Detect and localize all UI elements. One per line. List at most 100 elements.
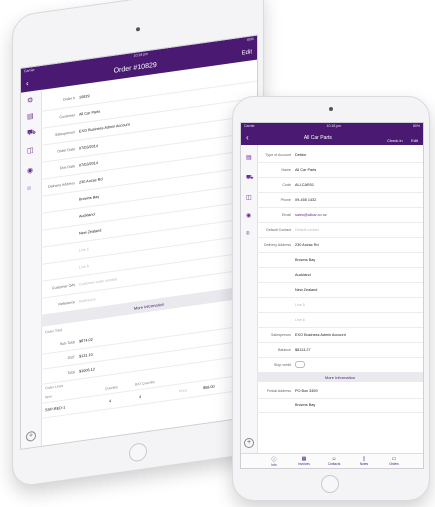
field-value[interactable]: 230 Anzac Rd [295,243,319,247]
field-value[interactable]: Debtor [295,153,306,157]
field-value[interactable]: Default contact [295,228,319,232]
more-info-header[interactable]: More Information [257,372,423,382]
field-value[interactable]: ALLCAR01 [295,183,314,187]
field-value[interactable]: Line 6 [79,264,89,269]
stop-credit-toggle[interactable] [295,361,305,368]
form-row[interactable]: Line 6 [257,312,423,328]
carrier-text: Carrier [244,124,255,128]
field-value[interactable]: 07/03/2014 [79,160,98,167]
add-button[interactable]: + [244,438,254,448]
camera [136,27,140,32]
field-value[interactable]: EXO Business Admin Account [79,122,130,133]
form-row[interactable]: Line 5 [257,297,423,313]
tab-bar: ⓘ Info ▦ Invoices ☺ Contacts ▯ Notes ▭ Orders [241,453,423,468]
edit-button[interactable]: Edit [242,49,252,56]
settings-icon[interactable]: ⚙ [27,97,33,105]
home-button[interactable] [321,475,339,493]
field-value[interactable]: Reference [79,297,96,303]
field-value[interactable]: 09-455 1432 [295,198,316,202]
truck-icon[interactable]: ⛟ [27,129,36,137]
form-row[interactable]: Browns Bay [257,252,423,268]
field-value[interactable]: Line 6 [295,318,305,322]
field-value[interactable]: Customer order number [79,277,117,286]
clock-text: 10:18 pm [326,124,342,128]
page-title: Order #10829 [113,61,157,75]
total-value: $131.10 [79,352,93,359]
sidebar: ⚙ ▤ ⛟ ◫ ◉ ⌾ + [21,89,42,449]
gift-icon[interactable]: ◫ [27,147,34,155]
form-row[interactable]: Name All Car Parts [257,162,423,178]
field-value[interactable]: Auckland [79,212,95,218]
field-label [41,233,79,238]
field-value[interactable]: Line 5 [79,247,89,252]
field-value[interactable]: Browns Bay [295,258,315,262]
form-row[interactable]: Stop credit [257,357,423,373]
field-label: Salesperson [271,332,291,337]
form-row[interactable]: Phone 09-455 1432 [257,192,423,208]
tab-label: Contacts [327,462,341,466]
customer-form: Type of Account Debtor Name All Car Parts Co… [257,145,423,454]
form-row[interactable]: Code ALLCAR01 [257,177,423,193]
edit-button[interactable]: Edit [411,138,418,143]
field-label: Salesperson [55,129,75,137]
postal-row: Browns Bay [257,398,423,413]
field-value[interactable]: All Car Parts [79,109,100,116]
add-button[interactable]: + [26,430,36,443]
order-screen: Carrier 10:18 pm 80% ‹ Order #10829 Edit… [20,34,258,450]
document-icon[interactable]: ▤ [27,113,34,121]
tab-invoices[interactable]: ▦ Invoices [293,456,315,466]
check-in-button[interactable]: Check in [387,138,403,143]
nav-bar: Carrier 10:18 pm 80% ‹ All Car Parts Che… [241,123,423,145]
field-value[interactable]: Browns Bay [79,194,99,201]
form-row[interactable]: Salesperson EXO Business Admin Account [257,327,423,343]
document-icon[interactable]: ▤ [246,155,252,161]
field-label: Delivery Address [48,180,75,189]
field-value[interactable]: Auckland [295,273,311,277]
tab-notes[interactable]: ▯ Notes [353,456,375,466]
field-label: Name [281,167,291,172]
location-icon[interactable]: ⌾ [27,185,31,193]
location-icon[interactable]: ⌾ [246,231,250,237]
field-value[interactable]: EXO Business Admin Account [295,333,346,337]
field-value[interactable]: sales@allcar.co.nz [295,213,327,217]
line-item: SSP-RED-1 [45,405,66,413]
field-label: Type of Account [265,152,291,157]
gift-icon[interactable]: ◫ [246,195,252,201]
form-row[interactable]: Type of Account Debtor [257,147,423,163]
tab-label: Orders [389,462,399,466]
form-row[interactable]: New Zealand [257,282,423,298]
line-price-label: Price [179,388,188,394]
tab-orders[interactable]: ▭ Orders [383,456,405,466]
customer-screen: Carrier 10:18 pm 80% ‹ All Car Parts Che… [240,122,424,469]
form-row[interactable]: Auckland [257,267,423,283]
field-label: Order # [62,95,75,102]
tab-info[interactable]: ⓘ Info [263,456,285,467]
tab-contacts[interactable]: ☺ Contacts [323,456,345,466]
total-label: Total [67,369,75,375]
field-label: Balance [278,347,291,352]
postal-value: Browns Bay [295,403,316,407]
field-value[interactable]: 10829 [79,94,90,99]
field-value[interactable]: Line 5 [295,303,305,307]
tab-label: Notes [359,462,369,466]
back-button[interactable]: ‹ [246,133,249,142]
form-row[interactable]: Default Contact Default contact [257,222,423,238]
field-label: Default Contact [266,227,291,232]
form-row[interactable]: Email sales@allcar.co.nz [257,207,423,223]
field-value[interactable]: 07/03/2014 [79,143,98,150]
user-icon[interactable]: ◉ [246,213,251,219]
field-value[interactable]: All Car Parts [295,168,316,172]
bo-quantity-header: B/O Quantity [135,379,156,387]
field-value[interactable]: New Zealand [79,228,101,235]
truck-icon[interactable]: ⛟ [246,175,254,181]
back-button[interactable]: ‹ [26,79,29,88]
field-value[interactable]: 230 Anzac Rd [79,177,103,184]
total-label: Sub-Total [59,339,75,346]
user-icon[interactable]: ◉ [27,167,33,175]
form-row[interactable]: Balance $8113.27 [257,342,423,358]
field-value[interactable]: New Zealand [295,288,317,292]
field-label [41,216,79,221]
form-row[interactable]: Delivery Address 230 Anzac Rd [257,237,423,253]
field-value[interactable]: $8113.27 [295,348,311,352]
home-button[interactable] [129,442,147,463]
